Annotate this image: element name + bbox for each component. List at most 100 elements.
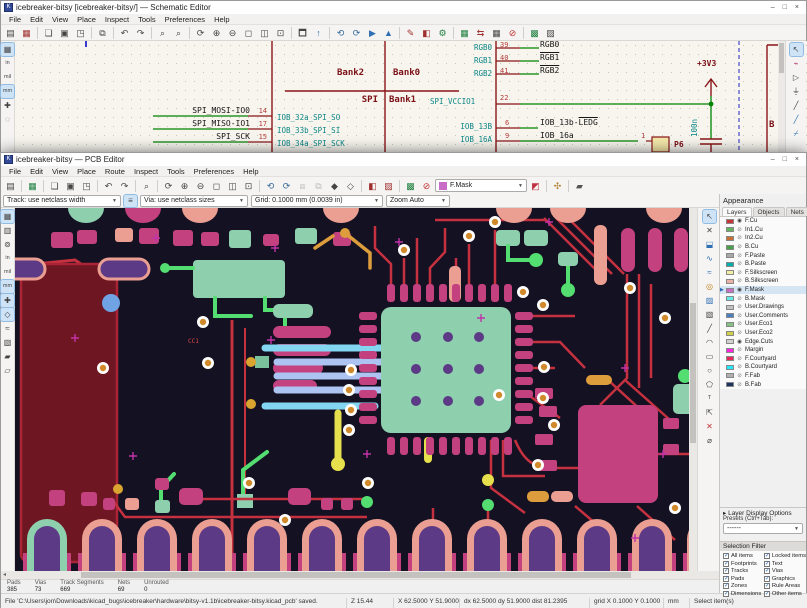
update-pcb-icon[interactable]: ▩ — [527, 26, 542, 40]
zoom-fit-icon[interactable]: ◻ — [241, 26, 256, 40]
track-width-edit-button[interactable]: ≡ — [124, 195, 137, 207]
filter-item-graphics[interactable]: ✓Graphics — [764, 576, 806, 583]
menu-preferences[interactable]: Preferences — [190, 167, 238, 176]
board-setup-icon[interactable]: ▦ — [25, 179, 40, 193]
checkbox[interactable]: ✓ — [764, 553, 770, 559]
checkbox[interactable]: ✓ — [764, 561, 770, 567]
layer-color-swatch[interactable] — [726, 305, 734, 310]
rotate-cw-icon[interactable]: ⟳ — [279, 179, 294, 193]
zoom-out-icon[interactable]: ⊖ — [225, 26, 240, 40]
pcb-titlebar[interactable]: K icebreaker-bitsy — PCB Editor – □ × — [1, 153, 806, 166]
menu-route[interactable]: Route — [101, 167, 129, 176]
filter-item-locked-items[interactable]: ✓Locked items — [764, 553, 806, 560]
layer-color-swatch[interactable] — [726, 348, 734, 353]
layer-color-swatch[interactable] — [726, 382, 734, 387]
filter-item-dimensions[interactable]: ✓Dimensions — [723, 591, 764, 598]
cursor-shape-icon[interactable]: ✚ — [1, 294, 14, 307]
plot-icon[interactable]: ◳ — [73, 26, 88, 40]
layer-hidden-icon[interactable]: ⊘ — [736, 278, 743, 284]
minimize-button[interactable]: – — [771, 1, 775, 14]
group-icon[interactable]: ⧈ — [295, 179, 310, 193]
layer-hidden-icon[interactable]: ⊘ — [736, 253, 743, 259]
draw-line-icon[interactable]: ╱ — [790, 99, 803, 112]
place-footprint-icon[interactable]: ⬓ — [703, 238, 716, 251]
layer-row-b-cu[interactable]: ⊘B.Cu — [720, 243, 806, 252]
rotation-options-icon[interactable]: ✣ — [550, 179, 565, 193]
checkbox[interactable]: ✓ — [723, 568, 729, 574]
layer-hidden-icon[interactable]: ⊘ — [736, 235, 743, 241]
menu-tools[interactable]: Tools — [134, 15, 160, 24]
layer-hidden-icon[interactable]: ⊘ — [736, 227, 743, 233]
layer-color-swatch[interactable] — [726, 373, 734, 378]
menu-file[interactable]: File — [5, 167, 25, 176]
undo-icon[interactable]: ↶ — [101, 179, 116, 193]
layer-color-swatch[interactable] — [726, 219, 734, 224]
layer-color-swatch[interactable] — [726, 236, 734, 241]
units-mil-icon[interactable]: mil — [1, 266, 14, 279]
layer-row-user-drawings[interactable]: ⊘User.Drawings — [720, 303, 806, 312]
save-icon[interactable]: ▤ — [3, 179, 18, 193]
layer-hidden-icon[interactable]: ⊘ — [736, 356, 743, 362]
layer-row-in2-cu[interactable]: ⊘In2.Cu — [720, 234, 806, 243]
active-layer-dropdown[interactable]: F.Mask ▼ — [435, 179, 527, 192]
zoom-in-icon[interactable]: ⊕ — [209, 26, 224, 40]
checkbox[interactable]: ✓ — [723, 583, 729, 589]
layer-color-swatch[interactable] — [726, 313, 734, 318]
place-text-icon[interactable]: T — [703, 392, 716, 405]
select-tool-icon[interactable]: ↖ — [790, 43, 803, 56]
draw-bus-icon[interactable]: ⌿ — [790, 127, 803, 140]
layer-visible-icon[interactable]: ◉ — [736, 339, 743, 345]
draw-rectangle-icon[interactable]: ▭ — [703, 350, 716, 363]
layer-row-f-mask[interactable]: ▶◉F.Mask — [720, 286, 806, 295]
pcb-canvas[interactable]: CC1 — [15, 208, 689, 571]
rotate-ccw-icon[interactable]: ⟲ — [263, 179, 278, 193]
menu-file[interactable]: File — [5, 15, 25, 24]
route-track-icon[interactable]: ∿ — [703, 252, 716, 265]
layer-hidden-icon[interactable]: ⊘ — [736, 261, 743, 267]
scroll-left-arrow-icon[interactable]: ◂ — [3, 571, 6, 578]
menu-help[interactable]: Help — [239, 167, 262, 176]
tab-objects[interactable]: Objects — [753, 207, 785, 216]
layer-row-in1-cu[interactable]: ⊘In1.Cu — [720, 226, 806, 235]
layer-hidden-icon[interactable]: ⊘ — [736, 244, 743, 250]
presets-dropdown[interactable]: ------▼ — [723, 523, 803, 534]
layer-hidden-icon[interactable]: ⊘ — [736, 296, 743, 302]
layer-row-b-mask[interactable]: ⊘B.Mask — [720, 294, 806, 303]
filter-item-other-items[interactable]: ✓Other items — [764, 591, 806, 598]
filter-item-rule-areas[interactable]: ✓Rule Areas — [764, 583, 806, 590]
assign-footprints-icon[interactable]: ⇆ — [473, 26, 488, 40]
layer-hidden-icon[interactable]: ⊘ — [736, 321, 743, 327]
print-icon[interactable]: ▣ — [63, 179, 78, 193]
new-board-icon[interactable]: ❏ — [47, 179, 62, 193]
undo-icon[interactable]: ↶ — [117, 26, 132, 40]
layer-row-user-eco2[interactable]: ⊘User.Eco2 — [720, 329, 806, 338]
zoom-selection-icon[interactable]: ◫ — [257, 26, 272, 40]
draw-wire-icon[interactable]: ╱ — [790, 113, 803, 126]
lock-icon[interactable]: ◆ — [327, 179, 342, 193]
draw-circle-icon[interactable]: ○ — [703, 364, 716, 377]
units-mil-icon[interactable]: mil — [1, 71, 14, 84]
close-button[interactable]: × — [795, 153, 799, 166]
refresh-icon[interactable]: ⟳ — [193, 26, 208, 40]
leave-sheet-icon[interactable]: ↑ — [311, 26, 326, 40]
tab-layers[interactable]: Layers — [722, 207, 752, 216]
draw-zone-icon[interactable]: ▨ — [703, 294, 716, 307]
filter-item-pads[interactable]: ✓Pads — [723, 576, 764, 583]
polar-coords-icon[interactable]: ⊚ — [1, 238, 14, 251]
filter-item-text[interactable]: ✓Text — [764, 561, 806, 568]
fp-library-icon[interactable]: ▨ — [381, 179, 396, 193]
zoom-in-icon[interactable]: ⊕ — [177, 179, 192, 193]
layer-row-edge-cuts[interactable]: ◉Edge.Cuts — [720, 337, 806, 346]
layer-row-b-paste[interactable]: ⊘B.Paste — [720, 260, 806, 269]
layer-hidden-icon[interactable]: ⊘ — [736, 304, 743, 310]
update-pcb-icon[interactable]: ▩ — [403, 179, 418, 193]
redo-icon[interactable]: ↷ — [133, 26, 148, 40]
save-icon[interactable]: ▤ — [3, 26, 18, 40]
layer-row-f-paste[interactable]: ⊘F.Paste — [720, 251, 806, 260]
find-icon[interactable]: ⌕ — [155, 26, 170, 40]
menu-view[interactable]: View — [48, 15, 72, 24]
checkbox[interactable]: ✓ — [723, 591, 729, 597]
layer-hidden-icon[interactable]: ⊘ — [736, 364, 743, 370]
menu-preferences[interactable]: Preferences — [161, 15, 209, 24]
layer-row-f-silkscreen[interactable]: ⊘F.Silkscreen — [720, 269, 806, 278]
